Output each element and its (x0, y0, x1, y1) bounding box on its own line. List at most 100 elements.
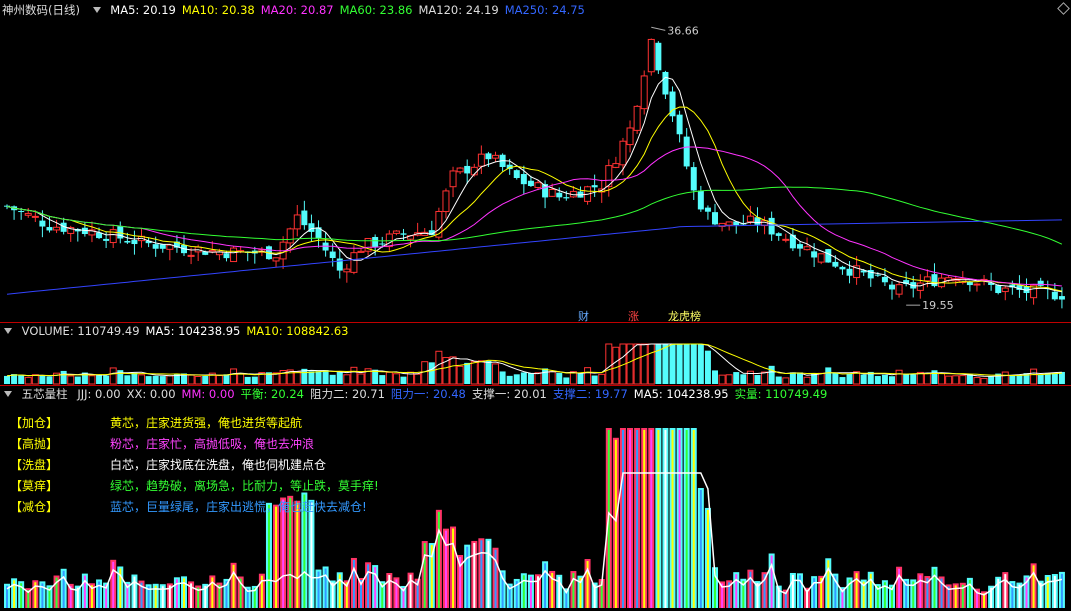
volume-bar (237, 373, 245, 385)
indicator-title[interactable]: 五芯量柱 (22, 387, 68, 401)
volume-bar (166, 375, 174, 385)
volume-bar (569, 371, 577, 385)
indicator-bar (520, 573, 527, 608)
legend-row: 【加仓】 黄芯，庄家进货强，俺也进货等起航 (10, 413, 302, 433)
legend-desc: 黄芯，庄家进货强，俺也进货等起航 (110, 416, 303, 430)
volume-bar (988, 376, 995, 384)
indicator-bar (159, 584, 166, 608)
indicator-label-2: MM: 0.00 (181, 387, 235, 401)
volume-bar (605, 343, 613, 385)
legend-row: 【洗盘】 白芯，庄家找底在洗盘，俺也伺机建点仓 (10, 455, 326, 475)
indicator-bar (747, 569, 754, 608)
volume-chart[interactable] (0, 339, 1071, 385)
indicator-bar (690, 428, 697, 608)
price-chart[interactable]: 36.66 19.55 (0, 17, 1071, 322)
indicator-bar (181, 576, 187, 608)
chevron-down-icon[interactable] (92, 7, 101, 13)
candle (669, 86, 676, 122)
ma-legend: MA5: 20.19 MA10: 20.38 MA20: 20.87 MA60: 23… (110, 3, 591, 17)
candle (159, 244, 166, 253)
indicator-bar (81, 573, 88, 608)
indicator-label-3: 平衡: 20.24 (240, 387, 304, 401)
legend-desc: 绿芯，趋势破，离场急，比耐力，等止跌，莫手痒! (110, 479, 379, 493)
volume-bar (131, 372, 138, 384)
indicator-bar (655, 428, 662, 608)
indicator-bar (966, 577, 973, 608)
volume-header: VOLUME: 110749.49 MA5: 104238.95 MA10: 108… (0, 323, 361, 339)
candle (1001, 285, 1009, 301)
chevron-down-icon[interactable] (4, 328, 12, 334)
candle (796, 241, 803, 257)
candle (782, 233, 790, 243)
indicator-bar (96, 579, 103, 608)
indicator-bar (733, 572, 740, 608)
volume-bar (464, 362, 471, 384)
volume-bar (1016, 375, 1023, 384)
candle (768, 211, 775, 241)
volume-bar (428, 362, 435, 384)
indicator-bar (336, 572, 343, 608)
candle (584, 185, 592, 205)
volume-bar (895, 369, 903, 385)
volume-bar (159, 376, 166, 384)
volume-bar (435, 350, 443, 385)
indicator-bar (209, 575, 216, 608)
volume-bar (548, 371, 556, 385)
indicator-bar (697, 488, 704, 608)
volume-bar (761, 371, 769, 385)
volume-bar (712, 370, 718, 384)
volume-bar (640, 343, 648, 385)
candle (789, 227, 796, 252)
chevron-down-icon[interactable] (4, 391, 12, 397)
volume-bar (626, 343, 634, 385)
candle (683, 128, 690, 170)
volume-ma5-line (6, 343, 1062, 377)
candle (421, 228, 429, 236)
indicator-label-5: 阻力一: 20.48 (390, 387, 466, 401)
volume-bar (832, 372, 839, 384)
indicator-bar (131, 574, 138, 608)
indicator-bar (952, 583, 959, 608)
indicator-header: 五芯量柱 JJJ: 0.00 XX: 0.00 MM: 0.00 平衡: 20.24 阻… (0, 386, 839, 402)
indicator-bar (570, 571, 577, 608)
volume-bar (24, 376, 32, 385)
ma-label-3: MA60: 23.86 (339, 3, 413, 17)
volume-bar (846, 373, 853, 384)
volume-bar (513, 374, 520, 384)
volume-bar (46, 376, 53, 384)
ma20-line (6, 146, 1062, 287)
volume-label-1: MA5: 104238.95 (145, 324, 241, 338)
legend-row: 【高抛】 粉芯，庄家忙，高抛低吸，俺也去冲浪 (10, 434, 314, 454)
volume-bar (881, 374, 888, 384)
volume-bar (357, 373, 365, 385)
volume-bar (350, 366, 358, 385)
indicator-bar (634, 428, 641, 608)
indicator-bar (365, 562, 372, 608)
volume-bar (647, 343, 655, 385)
candle (499, 153, 506, 172)
volume-bar (138, 374, 146, 385)
volume-bar (187, 374, 195, 385)
volume-bar (718, 374, 726, 385)
indicator-bar (896, 566, 903, 608)
legend-tag: 【洗盘】 (10, 458, 59, 472)
diamond-icon[interactable] (1057, 2, 1070, 15)
indicator-bar (917, 573, 924, 608)
volume-bar (506, 375, 513, 384)
indicator-bar (1030, 563, 1037, 608)
volume-bar (534, 372, 542, 385)
volume-bar (923, 372, 931, 385)
indicator-bar (372, 565, 379, 608)
volume-bar (74, 376, 81, 384)
candle (895, 281, 903, 298)
indicator-bar (881, 580, 888, 608)
volume-bar (322, 370, 329, 384)
volume-bar (633, 343, 641, 385)
stock-title[interactable]: 神州数码(日线) (2, 3, 80, 17)
ma-label-4: MA120: 24.19 (418, 3, 499, 17)
volume-bar (903, 374, 910, 384)
volume-bar (1009, 375, 1016, 384)
volume-bar (889, 376, 895, 384)
volume-bar (683, 344, 690, 384)
volume-bar (860, 374, 867, 384)
